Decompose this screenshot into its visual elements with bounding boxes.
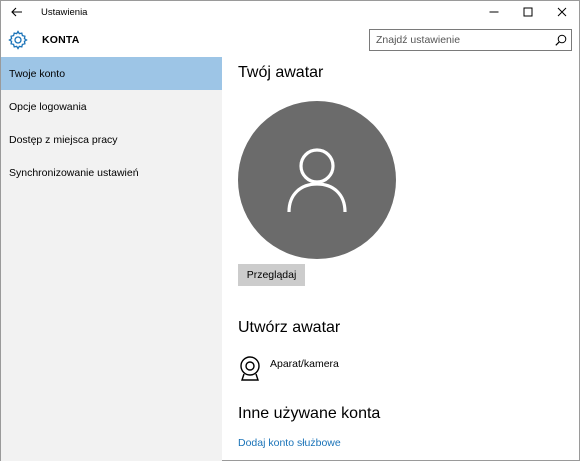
title-bar: Ustawienia	[1, 1, 579, 23]
settings-window: Ustawienia KONTA Znajdź ustawienie Twoje…	[0, 0, 580, 461]
search-icon	[555, 34, 567, 46]
avatar	[238, 101, 396, 259]
camera-label: Aparat/kamera	[270, 358, 339, 370]
close-icon	[557, 7, 567, 17]
arrow-left-icon	[11, 7, 22, 17]
user-icon	[287, 148, 347, 213]
create-avatar-heading: Utwórz awatar	[238, 319, 341, 336]
add-work-account-link[interactable]: Dodaj konto służbowe	[238, 437, 341, 449]
maximize-icon	[523, 7, 533, 17]
window-controls	[477, 1, 579, 23]
back-button[interactable]	[1, 1, 33, 23]
sidebar-item-sync-settings[interactable]: Synchronizowanie ustawień	[1, 156, 222, 189]
page-title: KONTA	[42, 34, 80, 46]
window-title: Ustawienia	[41, 6, 88, 18]
sidebar-item-your-account[interactable]: Twoje konto	[1, 57, 222, 90]
page-header: KONTA	[1, 23, 579, 57]
search-button[interactable]	[551, 30, 571, 50]
minimize-icon	[489, 11, 499, 13]
sidebar-item-work-access[interactable]: Dostęp z miejsca pracy	[1, 123, 222, 156]
gear-icon	[8, 30, 28, 50]
camera-option[interactable]: Aparat/kamera	[238, 355, 339, 383]
other-accounts-heading: Inne używane konta	[238, 405, 381, 422]
maximize-button[interactable]	[511, 1, 545, 23]
main-content: Twój awatar Przeglądaj Utwórz awatar Apa…	[222, 57, 579, 461]
webcam-icon	[240, 356, 260, 381]
minimize-button[interactable]	[477, 1, 511, 23]
sidebar: Twoje konto Opcje logowania Dostęp z mie…	[1, 57, 222, 461]
avatar-heading: Twój awatar	[238, 64, 324, 81]
search-box	[369, 29, 572, 51]
close-button[interactable]	[545, 1, 579, 23]
search-input[interactable]	[370, 31, 551, 49]
browse-button[interactable]: Przeglądaj	[238, 264, 305, 286]
sidebar-item-sign-in-options[interactable]: Opcje logowania	[1, 90, 222, 123]
